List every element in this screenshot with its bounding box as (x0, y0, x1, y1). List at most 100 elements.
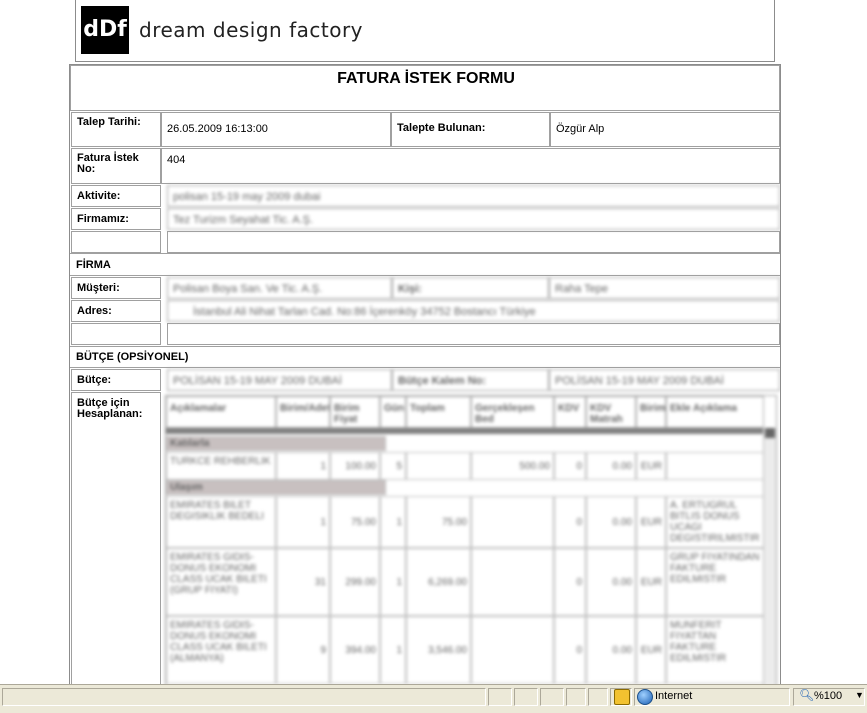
cost-cell-gercek (471, 548, 554, 616)
cost-cell-aciklama: GRUP FIYATINDAN FAKTURE EDILMISTIR (666, 548, 764, 616)
cost-table-header: Birim Fiyat (330, 396, 380, 428)
talepte-bulunan-value: Özgür Alp (550, 112, 780, 147)
cost-cell-fiyat: 394.00 (330, 616, 380, 684)
cost-cell-aciklama: A. ERTUGRUL BITLIS DONUS UCAGI DEGISTIRI… (666, 496, 764, 548)
internet-zone-icon (637, 689, 653, 705)
status-pane-3 (540, 688, 564, 706)
cost-cell-matrah: 0.00 (586, 452, 636, 480)
cost-cell-gun: 1 (380, 616, 406, 684)
status-text-pane (2, 688, 486, 706)
ddf-logo: dDf (81, 6, 129, 54)
talepte-bulunan-label: Talepte Bulunan: (391, 112, 550, 147)
cost-cell-adet: 9 (276, 616, 330, 684)
cost-cell-kdv: 0 (554, 496, 586, 548)
cost-cell-toplam: 75.00 (406, 496, 471, 548)
cost-cell-adet: 31 (276, 548, 330, 616)
status-pane-5 (588, 688, 608, 706)
status-pane-2 (514, 688, 538, 706)
talep-tarihi-label: Talep Tarihi: (71, 112, 161, 147)
cost-cell-birim: EUR (636, 616, 666, 684)
fatura-istek-no-value: 404 (161, 148, 780, 184)
scroll-thumb[interactable] (765, 428, 775, 438)
cost-cell-toplam: 3,546.00 (406, 616, 471, 684)
cost-cell-gercek (471, 616, 554, 684)
cost-cell-kdv: 0 (554, 548, 586, 616)
cost-table-header: Toplam (406, 396, 471, 428)
cost-table-header: Gerçekleşen Bed (471, 396, 554, 428)
cost-table-header: Ekle Açıklama (666, 396, 764, 428)
butce-kalem-label: Bütçe Kalem No: (392, 369, 549, 391)
cost-cell-desc: EMIRATES GIDIS-DONUS EKONOMI CLASS UCAK … (166, 548, 276, 616)
firmamiz-label: Firmamız: (71, 208, 161, 230)
cost-cell-aciklama: MUNFERIT FIYATTAN FAKTURE EDILMISTIR (666, 616, 764, 684)
cost-group-header: Katılarla (166, 436, 386, 451)
status-bar: Internet 🔍︎ %100 ▼ (0, 684, 867, 713)
cost-table-header: Birim (636, 396, 666, 428)
cost-cell-birim: EUR (636, 548, 666, 616)
cost-cell-gun: 5 (380, 452, 406, 480)
invoice-request-form: FATURA İSTEK FORMU Talep Tarihi: 26.05.2… (69, 64, 781, 685)
musteri-label: Müşteri: (71, 277, 161, 299)
header-logo-box: dDf dream design factory (75, 0, 775, 62)
cost-cell-fiyat: 100.00 (330, 452, 380, 480)
cost-cell-desc: EMIRATES GIDIS-DONUS EKONOMI CLASS UCAK … (166, 616, 276, 684)
cost-table-scrollbar[interactable] (763, 428, 776, 685)
cost-cell-gercek (471, 496, 554, 548)
spacer-label (71, 231, 161, 253)
cost-cell-matrah: 0.00 (586, 548, 636, 616)
title-cell: FATURA İSTEK FORMU (70, 65, 780, 111)
zoom-icon[interactable]: 🔍︎ (799, 688, 814, 702)
talep-tarihi-value: 26.05.2009 16:13:00 (161, 112, 391, 147)
cost-cell-aciklama (666, 452, 764, 480)
cost-cell-fiyat: 75.00 (330, 496, 380, 548)
cost-cell-matrah: 0.00 (586, 496, 636, 548)
cost-table-header: Gün (380, 396, 406, 428)
cost-cell-desc: EMIRATES BILET DEGISIKLIK BEDELI (166, 496, 276, 548)
cost-group-header: Ulaşım (166, 480, 386, 495)
cost-cell-adet: 1 (276, 452, 330, 480)
status-pane-4 (566, 688, 586, 706)
cost-cell-kdv: 0 (554, 616, 586, 684)
cost-cell-kdv: 0 (554, 452, 586, 480)
zone-label: Internet (655, 690, 693, 702)
cost-cell-gercek: 500.00 (471, 452, 554, 480)
cost-cell-gun: 1 (380, 496, 406, 548)
cost-cell-birim: EUR (636, 452, 666, 480)
cost-cell-adet: 1 (276, 496, 330, 548)
cost-cell-toplam: 6,269.00 (406, 548, 471, 616)
cost-cell-birim: EUR (636, 496, 666, 548)
butce-section-heading: BÜTÇE (OPSİYONEL) (76, 351, 188, 363)
header-separator (166, 428, 764, 434)
cost-cell-fiyat: 299.00 (330, 548, 380, 616)
cost-table-header: KDV (554, 396, 586, 428)
musteri-value: Polisan Boya San. Ve Tic. A.Ş. (167, 277, 392, 299)
cost-cell-desc: TURKCE REHBERLIK (166, 452, 276, 480)
butce-section-heading-text: BÜTÇE (OPSİYONEL) (76, 351, 189, 363)
cost-table-header: Birim/Adet (276, 396, 330, 428)
cost-table[interactable]: Açıklamalar Birim/Adet Birim Fiyat Gün Topla… (165, 395, 777, 685)
butce-icin-label: Bütçe için Hesaplanan: (71, 392, 161, 685)
status-pane-1 (488, 688, 512, 706)
musteri-kisi-label: Kişi: (392, 277, 549, 299)
aktivite-value: polisan 15-19 may 2009 dubai (167, 185, 780, 207)
cost-cell-toplam (406, 452, 471, 480)
adres-label: Adres: (71, 300, 161, 322)
spacer-value (167, 231, 780, 253)
adres-value: İstanbul Ali Nihat Tarlan Cad. No:86 İçe… (167, 300, 780, 322)
cost-cell-gun: 1 (380, 548, 406, 616)
company-name: dream design factory (139, 18, 364, 42)
cost-table-header: Açıklamalar (166, 396, 276, 428)
firmamiz-value: Tez Turizm Seyahat Tic. A.Ş. (167, 208, 780, 230)
aktivite-label: Aktivite: (71, 185, 161, 207)
cost-table-header: KDV Matrah (586, 396, 636, 428)
butce-label: Bütçe: (71, 369, 161, 391)
cost-cell-matrah: 0.00 (586, 616, 636, 684)
security-warning-icon[interactable] (614, 689, 630, 705)
form-title: FATURA İSTEK FORMU (337, 70, 515, 87)
musteri-kisi-value: Raha Tepe (549, 277, 780, 299)
zoom-dropdown-icon[interactable]: ▼ (855, 690, 864, 700)
zoom-level[interactable]: %100 (814, 690, 842, 702)
spacer2-value (167, 323, 780, 345)
spacer2-label (71, 323, 161, 345)
firma-section-row (70, 253, 780, 276)
